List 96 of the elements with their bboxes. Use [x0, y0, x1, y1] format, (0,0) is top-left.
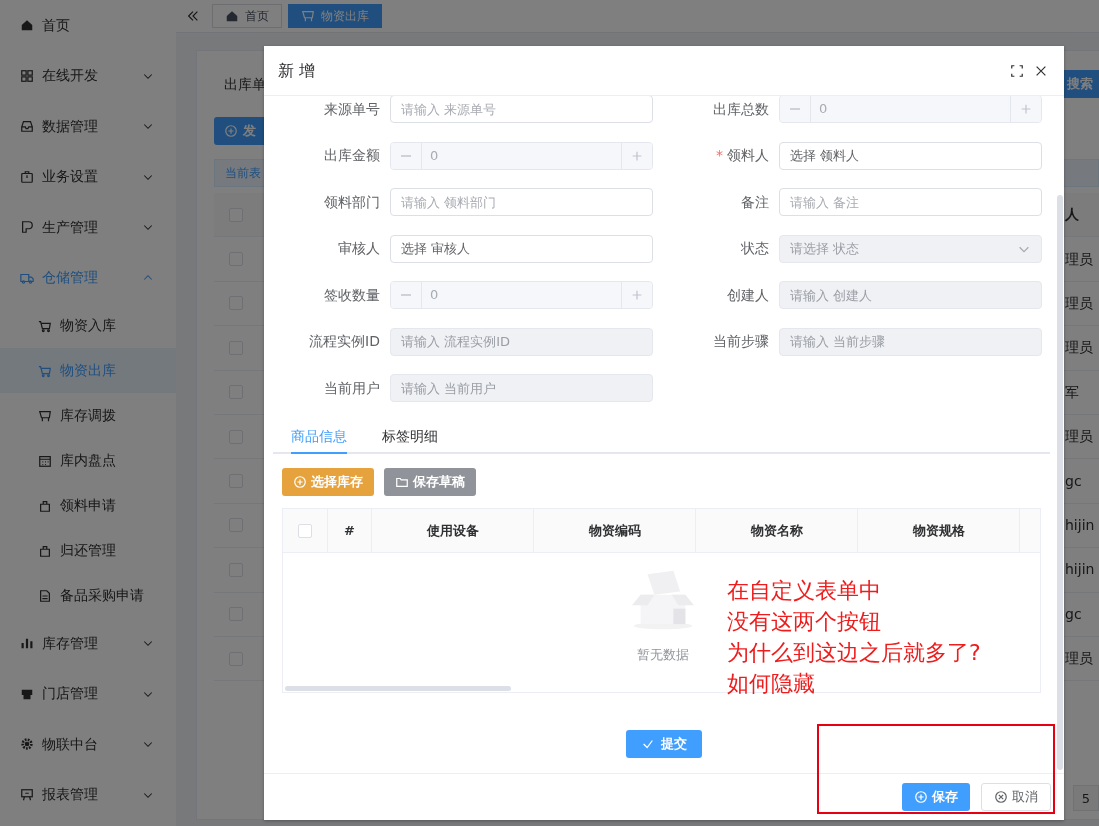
tray-icon — [20, 119, 34, 134]
field-label: 出库总数 — [713, 99, 769, 119]
sidebar-item[interactable]: 门店管理 — [0, 668, 176, 719]
field-label: 出库金额 — [324, 146, 380, 165]
picker-field[interactable]: 选择 领料人 — [779, 141, 1042, 170]
field-label: 签收数量 — [324, 285, 380, 305]
column-header: 物资编码 — [588, 521, 641, 540]
table-cell: hijin — [1065, 561, 1095, 578]
table-cell: 理员 — [1065, 650, 1093, 667]
field-label: 审核人 — [338, 239, 380, 258]
collapse-icon[interactable] — [186, 9, 200, 23]
annotation-text: 没有这两个按钮 — [727, 608, 882, 636]
sidebar-subitem[interactable]: 归还管理 — [0, 528, 176, 573]
annotation-text: 为什么到这边之后就多了? — [727, 639, 981, 667]
sidebar-subitem[interactable]: 备品采购申请 — [0, 573, 176, 618]
field-label: 领料人 — [727, 146, 769, 165]
easel-icon — [20, 787, 34, 802]
calendar-icon — [38, 453, 52, 468]
bar-chart-icon — [20, 636, 34, 651]
save-button[interactable]: 保存 — [902, 783, 970, 811]
fullscreen-icon[interactable] — [1010, 63, 1024, 78]
field-label: 备注 — [741, 192, 769, 212]
checkbox[interactable] — [298, 523, 312, 538]
required-mark: * — [716, 146, 723, 165]
plus-circle-icon — [293, 475, 307, 489]
page-number[interactable]: 5 — [1073, 785, 1099, 812]
gear-icon — [20, 737, 34, 752]
sidebar-subitem[interactable]: 库内盘点 — [0, 438, 176, 483]
submit-button[interactable]: 提交 — [626, 730, 702, 758]
sidebar-subitem[interactable]: 领料申请 — [0, 483, 176, 528]
tab[interactable]: 标签明细 — [382, 420, 438, 454]
sidebar-subitem[interactable]: 物资入库 — [0, 303, 176, 348]
input-field[interactable]: 请输入 备注 — [779, 188, 1042, 216]
sidebar-item[interactable]: 生产管理 — [0, 202, 176, 253]
column-header: 物资名称 — [750, 521, 803, 540]
plus-circle-icon — [224, 124, 238, 138]
home-icon — [225, 9, 239, 23]
sidebar-item[interactable]: 物联中台 — [0, 719, 176, 770]
column-header: 使用设备 — [426, 521, 479, 540]
sidebar-item[interactable]: 库存管理 — [0, 618, 176, 669]
field-label: 流程实例ID — [309, 332, 380, 351]
plus-icon — [630, 288, 644, 302]
tag-icon — [20, 220, 34, 235]
table-cell: gc — [1065, 605, 1082, 622]
column-header: 物资规格 — [912, 521, 965, 540]
table-cell: hijin — [1065, 516, 1095, 533]
annotation-text: 如何隐藏 — [727, 670, 816, 698]
cancel-button[interactable]: 取消 — [981, 783, 1051, 811]
home-icon — [20, 18, 34, 33]
table-cell: 理员 — [1065, 339, 1093, 356]
table-cell: 理员 — [1065, 250, 1093, 267]
sidebar-item[interactable]: 业务设置 — [0, 151, 176, 202]
field-label: 状态 — [741, 239, 769, 258]
plus-icon — [1019, 102, 1033, 116]
sidebar-item[interactable]: 报表管理 — [0, 769, 176, 820]
sidebar-item[interactable]: 数据管理 — [0, 101, 176, 152]
grid-icon — [20, 68, 34, 83]
empty-text: 暂无数据 — [637, 646, 689, 664]
cart-icon — [301, 9, 315, 23]
field-label: 当前用户 — [324, 378, 380, 398]
table-cell: 理员 — [1065, 294, 1093, 311]
page-tab[interactable]: 首页 — [212, 4, 282, 28]
table-cell: 军 — [1065, 383, 1079, 400]
save-draft-button[interactable]: 保存草稿 — [384, 468, 476, 496]
sidebar-item[interactable]: 在线开发 — [0, 50, 176, 101]
field-label: 来源单号 — [324, 99, 380, 119]
cart-icon — [38, 318, 52, 333]
dialog-title: 新 增 — [278, 59, 316, 82]
input-field[interactable]: 请输入 领料部门 — [390, 188, 653, 216]
column-header: # — [344, 521, 355, 540]
box-icon — [20, 169, 34, 184]
field-label: 创建人 — [727, 285, 769, 305]
bag-icon — [38, 498, 52, 513]
picker-field[interactable]: 选择 审核人 — [390, 234, 653, 263]
field-label: 领料部门 — [324, 192, 380, 212]
plus-circle-icon — [914, 790, 928, 804]
minus-icon — [400, 294, 412, 296]
table-cell: 理员 — [1065, 428, 1093, 445]
document-icon — [38, 588, 52, 603]
info-text: 当前表 — [225, 165, 261, 182]
annotation-text: 在自定义表单中 — [727, 577, 882, 605]
sidebar-item[interactable]: 首页 — [0, 0, 176, 51]
column-header: 人 — [1065, 206, 1079, 223]
filter-label: 出库单 — [224, 74, 266, 94]
input-field[interactable]: 请输入 来源单号 — [390, 96, 653, 123]
field-label: 当前步骤 — [713, 332, 769, 351]
minus-icon — [789, 108, 801, 110]
bag-icon — [38, 543, 52, 558]
cart-icon — [38, 363, 52, 378]
folder-icon — [395, 475, 409, 489]
tab[interactable]: 商品信息 — [291, 420, 347, 454]
table-cell: gc — [1065, 472, 1082, 489]
minus-icon — [400, 154, 412, 157]
cart-icon — [38, 408, 52, 423]
sidebar-subitem[interactable]: 库存调拨 — [0, 393, 176, 438]
close-circle-icon — [994, 790, 1008, 804]
